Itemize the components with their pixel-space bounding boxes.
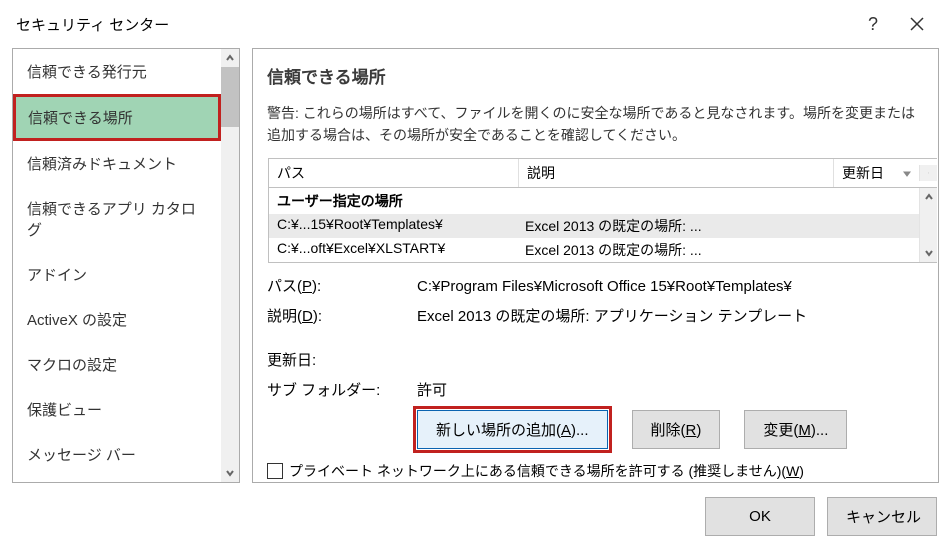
detail-subfolder-value: 許可 <box>417 376 924 406</box>
sidebar-item-label: 信頼済みドキュメント <box>27 156 177 173</box>
checkbox-label: プライベート ネットワーク上にある信頼できる場所を許可する (推奨しません)(W… <box>289 461 804 481</box>
close-icon[interactable] <box>895 2 939 46</box>
sidebar-scrollbar[interactable] <box>221 49 239 482</box>
scroll-down-icon[interactable] <box>221 464 239 482</box>
add-location-button[interactable]: 新しい場所の追加(A)... <box>417 410 608 449</box>
content-pane: 信頼できる場所 警告: これらの場所はすべて、ファイルを開くのに安全な場所である… <box>252 48 939 483</box>
table-row[interactable]: C:¥...oft¥Excel¥XLSTART¥ Excel 2013 の既定の… <box>269 238 919 262</box>
cell-desc: Excel 2013 の既定の場所: ... <box>525 216 911 236</box>
table-row[interactable]: C:¥...15¥Root¥Templates¥ Excel 2013 の既定の… <box>269 214 919 238</box>
scroll-down-icon[interactable] <box>920 244 937 262</box>
scroll-track[interactable] <box>221 127 239 464</box>
sidebar-item-label: ActiveX の設定 <box>27 312 127 329</box>
column-header-updated[interactable]: 更新日 <box>834 159 919 187</box>
sidebar-item-activex-settings[interactable]: ActiveX の設定 <box>13 297 221 342</box>
sidebar-item-label: メッセージ バー <box>27 447 136 464</box>
sidebar-item-trusted-locations[interactable]: 信頼できる場所 <box>13 94 221 141</box>
column-header-path[interactable]: パス <box>269 159 519 187</box>
scroll-up-icon[interactable] <box>221 49 239 67</box>
scroll-thumb[interactable] <box>221 67 239 127</box>
ok-button[interactable]: OK <box>705 497 815 536</box>
checkbox-icon[interactable] <box>267 463 283 479</box>
cell-path: C:¥...15¥Root¥Templates¥ <box>277 216 525 236</box>
detail-updated-value <box>417 346 924 376</box>
sidebar-item-label: アドイン <box>27 267 87 284</box>
dialog-title: セキュリティ センター <box>16 14 851 35</box>
sidebar: 信頼できる発行元 信頼できる場所 信頼済みドキュメント 信頼できるアプリ カタロ… <box>12 48 240 483</box>
sidebar-item-message-bar[interactable]: メッセージ バー <box>13 432 221 477</box>
detail-desc-value: Excel 2013 の既定の場所: アプリケーション テンプレート <box>417 302 924 332</box>
table-scrollbar[interactable] <box>919 188 937 262</box>
sidebar-item-macro-settings[interactable]: マクロの設定 <box>13 342 221 387</box>
location-buttons: 新しい場所の追加(A)... 削除(R) 変更(M)... <box>267 410 938 449</box>
content-heading: 信頼できる場所 <box>267 63 938 88</box>
sidebar-item-external-content[interactable]: 外部コンテンツ <box>13 477 221 482</box>
table-header-scroll-gap <box>919 165 937 181</box>
detail-path-label: パス(P): <box>267 272 417 302</box>
remove-location-button[interactable]: 削除(R) <box>632 410 721 449</box>
sort-descending-icon <box>903 165 911 181</box>
location-details: パス(P): C:¥Program Files¥Microsoft Office… <box>267 272 938 406</box>
detail-subfolder-label: サブ フォルダー: <box>267 376 417 406</box>
cell-desc: Excel 2013 の既定の場所: ... <box>525 240 911 260</box>
sidebar-item-trusted-app-catalogs[interactable]: 信頼できるアプリ カタログ <box>13 186 221 252</box>
detail-updated-label: 更新日: <box>267 346 417 376</box>
cancel-button[interactable]: キャンセル <box>827 497 937 536</box>
title-bar: セキュリティ センター ? <box>0 0 951 48</box>
sidebar-item-addins[interactable]: アドイン <box>13 252 221 297</box>
sidebar-item-trusted-documents[interactable]: 信頼済みドキュメント <box>13 141 221 186</box>
sidebar-item-label: 信頼できる発行元 <box>27 64 147 81</box>
scroll-up-icon[interactable] <box>920 188 937 206</box>
allow-network-locations-checkbox[interactable]: プライベート ネットワーク上にある信頼できる場所を許可する (推奨しません)(W… <box>267 461 938 481</box>
table-group-header: ユーザー指定の場所 <box>269 188 919 214</box>
sidebar-item-protected-view[interactable]: 保護ビュー <box>13 387 221 432</box>
detail-desc-label: 説明(D): <box>267 302 417 332</box>
locations-table: パス 説明 更新日 ユーザー指定の場所 C:¥...15¥Root¥Templa… <box>267 157 938 264</box>
sidebar-item-label: 信頼できる場所 <box>28 110 133 127</box>
sidebar-item-label: 保護ビュー <box>27 402 102 419</box>
modify-location-button[interactable]: 変更(M)... <box>744 410 847 449</box>
sidebar-list: 信頼できる発行元 信頼できる場所 信頼済みドキュメント 信頼できるアプリ カタロ… <box>13 49 221 482</box>
help-icon[interactable]: ? <box>851 2 895 46</box>
table-header: パス 説明 更新日 <box>268 158 937 188</box>
scroll-track[interactable] <box>920 206 937 244</box>
detail-path-value: C:¥Program Files¥Microsoft Office 15¥Roo… <box>417 272 924 302</box>
dialog-footer: OK キャンセル <box>0 483 951 536</box>
sidebar-item-trusted-publishers[interactable]: 信頼できる発行元 <box>13 49 221 94</box>
cell-path: C:¥...oft¥Excel¥XLSTART¥ <box>277 240 525 260</box>
column-header-description[interactable]: 説明 <box>519 159 834 187</box>
sidebar-item-label: 信頼できるアプリ カタログ <box>27 201 196 239</box>
content-warning-text: 警告: これらの場所はすべて、ファイルを開くのに安全な場所であると見なされます。… <box>267 102 938 147</box>
sidebar-item-label: マクロの設定 <box>27 357 117 374</box>
